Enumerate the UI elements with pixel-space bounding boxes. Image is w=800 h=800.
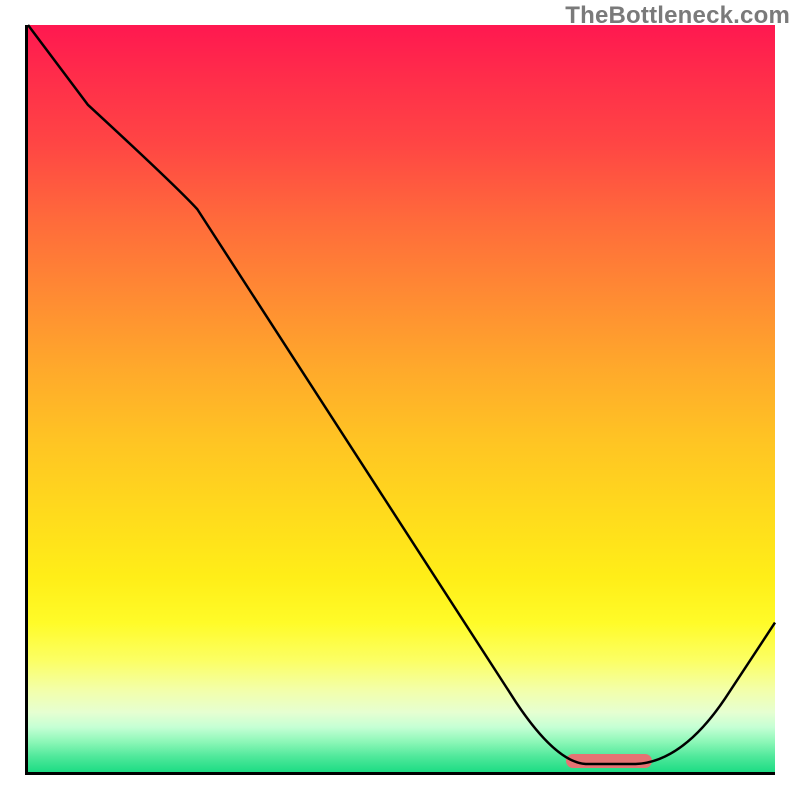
bottleneck-curve <box>28 25 775 764</box>
watermark-text: TheBottleneck.com <box>565 2 790 30</box>
chart-container: TheBottleneck.com <box>0 0 800 800</box>
plot-area <box>25 25 775 775</box>
curve-layer <box>28 25 775 772</box>
